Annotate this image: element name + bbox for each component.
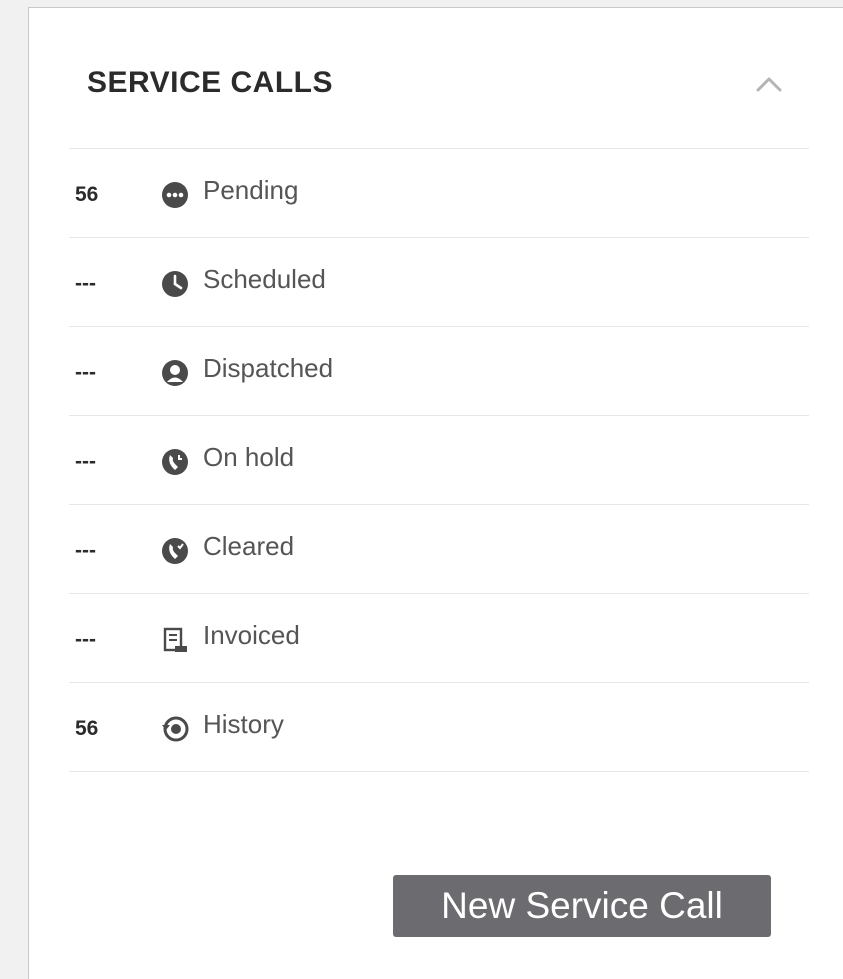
item-label: Scheduled xyxy=(203,264,326,294)
item-count: --- xyxy=(75,450,96,473)
item-label: History xyxy=(203,709,284,739)
item-label: Dispatched xyxy=(203,353,334,383)
list-item-pending[interactable]: 56 Pending xyxy=(69,149,809,238)
status-list: 56 Pending --- Scheduled --- Dispatched … xyxy=(69,148,809,772)
phone-cleared-icon xyxy=(161,537,189,565)
collapse-chevron-icon[interactable] xyxy=(753,70,785,98)
item-label: On hold xyxy=(203,442,295,472)
list-item-cleared[interactable]: --- Cleared xyxy=(69,505,809,594)
list-item-history[interactable]: 56 History xyxy=(69,683,809,772)
panel-header: SERVICE CALLS xyxy=(29,8,843,156)
item-count: 56 xyxy=(75,717,99,740)
service-calls-panel: SERVICE CALLS 56 Pending --- Scheduled -… xyxy=(28,7,843,979)
item-count: --- xyxy=(75,272,96,295)
item-label: Pending xyxy=(203,175,299,205)
item-count: --- xyxy=(75,539,96,562)
invoice-scroll-icon xyxy=(161,626,189,654)
list-item-dispatched[interactable]: --- Dispatched xyxy=(69,327,809,416)
history-icon xyxy=(161,715,189,743)
ellipsis-circle-icon xyxy=(161,181,189,209)
panel-title: SERVICE CALLS xyxy=(87,66,333,99)
item-label: Invoiced xyxy=(203,620,300,650)
new-service-call-button[interactable]: New Service Call xyxy=(393,875,771,937)
item-count: --- xyxy=(75,361,96,384)
technician-icon xyxy=(161,359,189,387)
item-count: 56 xyxy=(75,183,99,206)
list-item-invoiced[interactable]: --- Invoiced xyxy=(69,594,809,683)
clock-icon xyxy=(161,270,189,298)
phone-hold-icon xyxy=(161,448,189,476)
list-item-scheduled[interactable]: --- Scheduled xyxy=(69,238,809,327)
item-count: --- xyxy=(75,628,96,651)
item-label: Cleared xyxy=(203,531,295,561)
list-item-on-hold[interactable]: --- On hold xyxy=(69,416,809,505)
